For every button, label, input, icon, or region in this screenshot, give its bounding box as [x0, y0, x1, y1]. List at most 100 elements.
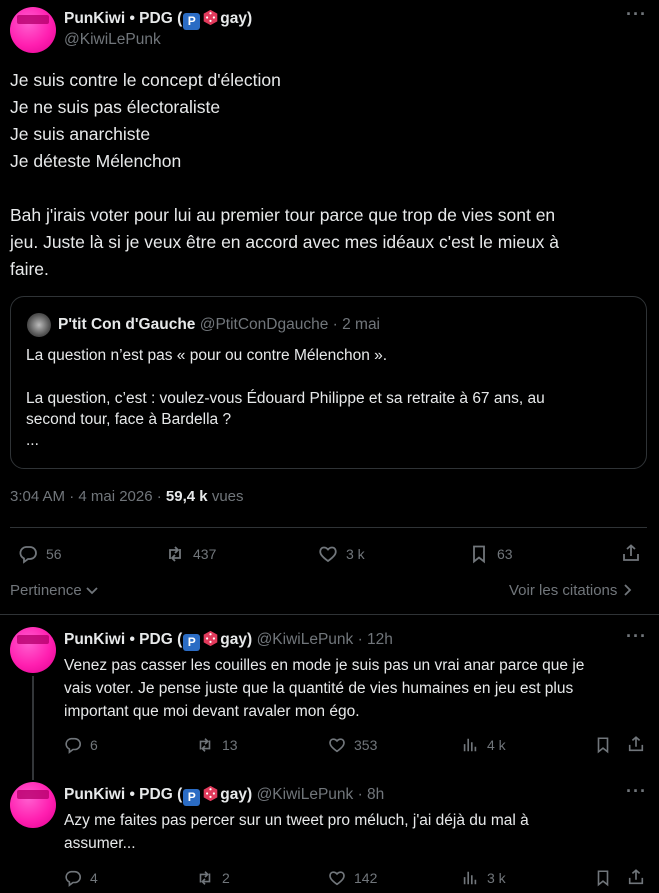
die-emoji-icon [203, 9, 218, 26]
more-options-icon[interactable]: ··· [626, 626, 647, 647]
views-label: vues [211, 488, 244, 505]
reply-button[interactable]: 6 [64, 736, 98, 754]
grok-icon[interactable] [596, 630, 616, 650]
like-count: 142 [354, 870, 378, 886]
share-icon [623, 544, 639, 561]
grok-icon[interactable] [596, 8, 616, 28]
tweet-meta: 3:04 AM · 4 mai 2026 · 59,4 k vues [10, 488, 244, 505]
reply-header: PunKiwi • PDG (Pgay) @KiwiLePunk · 8h [64, 785, 384, 806]
author-name[interactable]: PunKiwi • PDG (Pgay) [64, 9, 252, 30]
quote-line: La question n’est pas « pour ou contre M… [26, 347, 388, 364]
retweet-button[interactable]: 13 [196, 736, 238, 754]
tweet-line: Je déteste Mélenchon [10, 151, 182, 171]
bookmark-button[interactable]: 63 [469, 544, 513, 564]
retweet-icon [199, 738, 211, 752]
reply-avatar[interactable] [10, 782, 56, 828]
die-emoji-icon [203, 630, 218, 647]
reply-icon [19, 546, 37, 564]
like-count: 3 k [346, 546, 365, 562]
quote-text: La question n’est pas « pour ou contre M… [26, 345, 636, 451]
chevron-down-icon [86, 587, 98, 595]
retweet-button[interactable]: 2 [196, 869, 230, 887]
reply-count: 56 [46, 546, 62, 562]
reply-handle-time[interactable]: @KiwiLePunk · 8h [257, 786, 385, 803]
tweet-line: jeu. Juste là si je veux être en accord … [10, 232, 560, 252]
reply-button[interactable]: 4 [64, 869, 98, 887]
retweet-button[interactable]: 437 [165, 544, 216, 564]
chevron-right-icon [623, 584, 631, 596]
reply-author-name[interactable]: PunKiwi • PDG (Pgay) [64, 785, 253, 806]
quote-author-name: P'tit Con d'Gauche [58, 316, 196, 333]
reply-text: Azy me faites pas percer sur un tweet pr… [64, 810, 649, 854]
bookmark-button[interactable] [594, 869, 612, 887]
author-name-text: PunKiwi • PDG ( [64, 10, 183, 27]
more-options-icon[interactable]: ··· [626, 781, 647, 802]
reply-header: PunKiwi • PDG (Pgay) @KiwiLePunk · 12h [64, 630, 393, 651]
views-count: 59,4 k [165, 488, 208, 505]
like-button[interactable]: 142 [328, 869, 377, 887]
views-count: 4 k [487, 737, 506, 753]
retweet-icon [169, 546, 181, 562]
reply-name-text: PunKiwi • PDG ( [64, 631, 183, 648]
quote-line: ... [26, 432, 39, 449]
timestamp[interactable]: 3:04 AM · 4 mai 2026 · [10, 488, 162, 505]
author-avatar[interactable] [10, 7, 56, 53]
parking-badge-icon: P [183, 13, 201, 30]
quote-line: second tour, face à Bardella ? [26, 411, 232, 428]
reply-name-tail: gay) [220, 786, 253, 803]
reply-icon [65, 737, 81, 754]
bookmark-button[interactable] [594, 736, 612, 754]
author-handle[interactable]: @KiwiLePunk [64, 31, 161, 49]
author-name-tail: gay) [220, 10, 253, 27]
views-button[interactable]: 4 k [461, 736, 506, 754]
reply-icon [65, 870, 81, 887]
tweet-line: Je ne suis pas électoraliste [10, 97, 221, 117]
tweet-line: faire. [10, 259, 49, 279]
share-icon [628, 736, 644, 752]
reply-name-text: PunKiwi • PDG ( [64, 786, 183, 803]
reply-avatar[interactable] [10, 627, 56, 673]
thread-line [32, 676, 34, 780]
reply-button[interactable]: 56 [18, 544, 62, 564]
tweet-text: Je suis contre le concept d'élection Je … [10, 67, 650, 283]
reply-author-name[interactable]: PunKiwi • PDG (Pgay) [64, 630, 253, 651]
tweet-line: Je suis anarchiste [10, 124, 151, 144]
divider [0, 614, 659, 615]
tweet-line: Bah j'irais voter pour lui au premier to… [10, 205, 556, 225]
grok-icon[interactable] [596, 785, 616, 805]
bookmark-icon [597, 737, 609, 754]
heart-icon [329, 738, 345, 753]
retweet-count: 13 [222, 737, 238, 753]
heart-icon [319, 546, 337, 563]
like-button[interactable]: 353 [328, 736, 377, 754]
reply-count: 6 [90, 737, 98, 753]
view-quotes-label: Voir les citations [509, 582, 618, 599]
reply-text: Venez pas casser les couilles en mode je… [64, 655, 649, 722]
more-options-icon[interactable]: ··· [626, 4, 647, 25]
reply-handle-time[interactable]: @KiwiLePunk · 12h [257, 631, 393, 648]
views-button[interactable]: 3 k [461, 869, 506, 887]
divider [10, 527, 647, 528]
reply-name-tail: gay) [220, 631, 253, 648]
share-button[interactable] [627, 735, 645, 753]
like-button[interactable]: 3 k [318, 544, 365, 564]
quote-line: La question, c’est : voulez-vous Édouard… [26, 390, 545, 407]
share-icon [628, 869, 644, 885]
reply-count: 4 [90, 870, 98, 886]
die-emoji-icon [203, 785, 218, 802]
view-quotes-link[interactable]: Voir les citations [509, 582, 632, 599]
like-count: 353 [354, 737, 378, 753]
bookmark-icon [473, 545, 485, 564]
parking-badge-icon: P [183, 634, 201, 651]
share-button[interactable] [627, 868, 645, 886]
sort-dropdown[interactable]: Pertinence [10, 582, 98, 599]
reply-line: vais voter. Je pense juste que la quanti… [64, 680, 574, 697]
reply-line: Azy me faites pas percer sur un tweet pr… [64, 812, 529, 829]
views-count: 3 k [487, 870, 506, 886]
tweet-line: Je suis contre le concept d'élection [10, 70, 281, 90]
share-button[interactable] [621, 543, 641, 563]
heart-icon [329, 871, 345, 886]
sort-label: Pertinence [10, 582, 82, 599]
quoted-tweet[interactable]: P'tit Con d'Gauche @PtitConDgauche · 2 m… [10, 296, 647, 469]
reply-line: assumer... [64, 835, 136, 852]
